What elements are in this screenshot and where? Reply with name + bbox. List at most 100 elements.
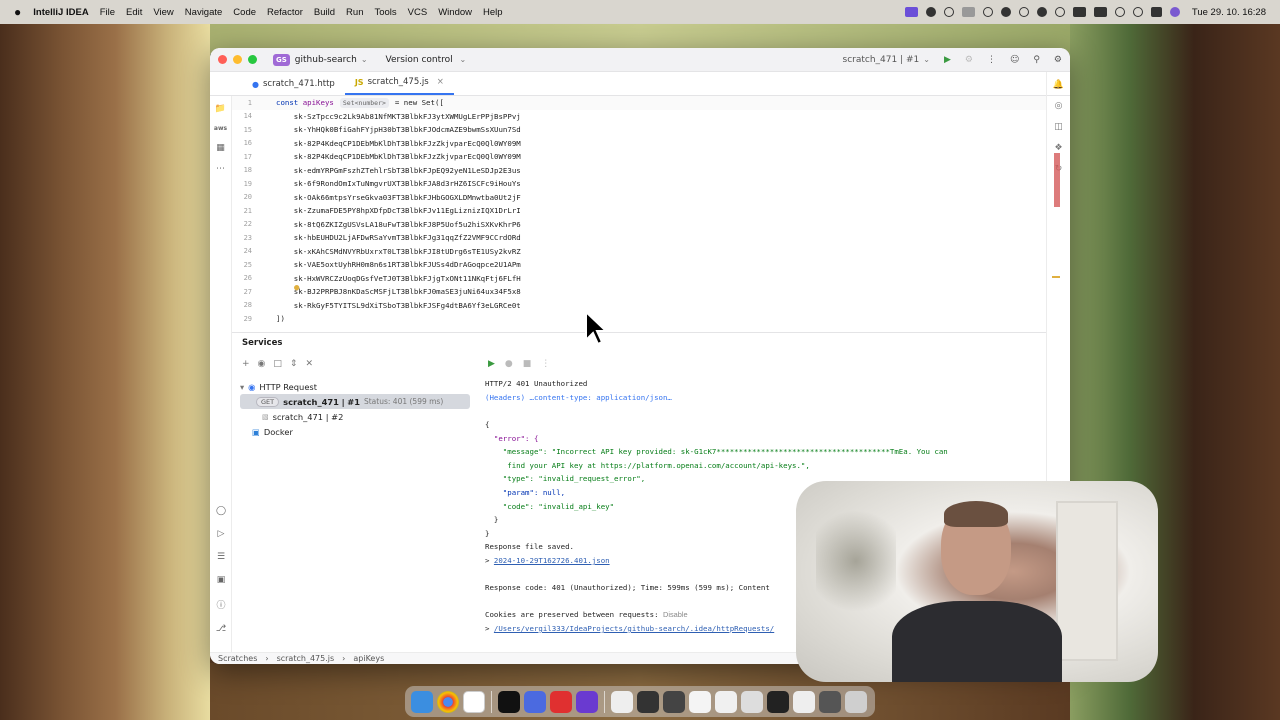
more-actions-icon[interactable]: ⋮	[987, 55, 996, 65]
close-window-button[interactable]	[218, 55, 227, 64]
git-icon[interactable]: ⎇	[216, 624, 226, 634]
chrome-icon[interactable]	[437, 690, 459, 713]
menu-window[interactable]: Window	[438, 7, 472, 18]
menu-run[interactable]: Run	[346, 7, 363, 18]
run-icon[interactable]: ▶	[944, 55, 951, 65]
tab-scratch-475-js[interactable]: JS scratch_475.js ×	[344, 77, 454, 95]
finder-icon[interactable]	[411, 690, 433, 713]
window-thumbnail-icon[interactable]	[715, 690, 737, 713]
run-tool-icon[interactable]: ▷	[218, 529, 225, 539]
http-requests-path-link[interactable]: /Users/vergil333/IdeaProjects/github-sea…	[494, 624, 774, 633]
minimize-window-button[interactable]	[233, 55, 242, 64]
saved-file-link[interactable]: 2024-10-29T162726.401.json	[494, 556, 610, 565]
intellij-icon[interactable]	[498, 690, 520, 713]
tree-item-request-2[interactable]: ▧ scratch_471 | #2	[240, 409, 470, 424]
app-menu[interactable]: IntelliJ IDEA	[33, 7, 88, 18]
view-icon[interactable]: ◉	[258, 359, 266, 369]
search-icon[interactable]	[1114, 7, 1125, 17]
apple-menu-icon[interactable]: ●	[14, 5, 21, 19]
record-dot-icon[interactable]	[925, 7, 936, 17]
menu-extra-icon[interactable]	[943, 7, 954, 17]
openai-icon[interactable]: ❖	[1054, 143, 1062, 153]
recorder-icon[interactable]	[550, 690, 572, 713]
collapse-all-icon[interactable]: ✕	[305, 359, 313, 369]
breadcrumb-scratches[interactable]: Scratches	[218, 654, 257, 663]
chevron-down-icon[interactable]: ▾	[240, 382, 244, 392]
line-code: sk-ZzumaFDE5PY8hpXDfpDcT3BlbkFJv11EgLizn…	[276, 206, 521, 216]
problems-icon[interactable]: ⓘ	[216, 598, 225, 611]
window-thumbnail-icon[interactable]	[689, 690, 711, 713]
cloud-icon[interactable]	[961, 7, 975, 17]
breadcrumb-file[interactable]: scratch_475.js	[277, 654, 335, 663]
menu-code[interactable]: Code	[233, 7, 256, 18]
menu-view[interactable]: View	[153, 7, 173, 18]
layers-icon[interactable]: ☰	[217, 552, 225, 562]
lightbulb-icon[interactable]: ●	[294, 283, 299, 293]
close-tab-icon[interactable]: ×	[437, 77, 444, 87]
code-editor[interactable]: 1 const apiKeys Set<number> = new Set([ 14…	[232, 96, 1060, 332]
debug-icon[interactable]: ⚙	[965, 55, 973, 65]
window-thumbnail-icon[interactable]	[819, 690, 841, 713]
profile-icon[interactable]: ☺	[1010, 55, 1019, 65]
vpn-icon[interactable]	[1036, 7, 1047, 17]
menu-file[interactable]: File	[100, 7, 115, 18]
more-icon[interactable]: ⋮	[541, 359, 550, 369]
search-everywhere-icon[interactable]: ⚲	[1033, 55, 1040, 65]
settings-extra-icon[interactable]	[1018, 7, 1029, 17]
window-thumbnail-icon[interactable]	[741, 690, 763, 713]
app-icon[interactable]	[576, 690, 598, 713]
control-center-icon[interactable]	[1150, 7, 1162, 17]
battery-saver-icon[interactable]	[982, 7, 993, 17]
window-thumbnail-icon[interactable]	[793, 690, 815, 713]
menu-refactor[interactable]: Refactor	[267, 7, 303, 18]
menu-tools[interactable]: Tools	[374, 7, 396, 18]
document-icon[interactable]	[611, 690, 633, 713]
menu-help[interactable]: Help	[483, 7, 503, 18]
menu-build[interactable]: Build	[314, 7, 335, 18]
ai-assistant-icon[interactable]: ◎	[1055, 101, 1063, 111]
window-thumbnail-icon[interactable]	[767, 690, 789, 713]
menu-vcs[interactable]: VCS	[408, 7, 428, 18]
database-icon[interactable]: ◫	[1054, 122, 1063, 132]
window-thumbnail-icon[interactable]	[637, 690, 659, 713]
menubar-clock[interactable]: Tue 29. 10. 16:28	[1192, 7, 1266, 18]
run-request-icon[interactable]: ▶	[488, 359, 495, 369]
notifications-bell-icon[interactable]: 🔔	[1053, 80, 1064, 90]
battery-icon[interactable]	[1093, 7, 1107, 17]
expand-all-icon[interactable]: ⇕	[290, 359, 298, 369]
structure-icon[interactable]: ▦	[216, 143, 225, 153]
arc-icon[interactable]	[524, 690, 546, 713]
services-icon[interactable]: ◯	[216, 506, 226, 516]
screen-record-icon[interactable]	[904, 7, 918, 17]
settings-gear-icon[interactable]: ⚙	[1054, 55, 1062, 65]
project-folder-icon[interactable]: 📁	[215, 104, 226, 114]
tree-group-http-request[interactable]: ▾ ◉ HTTP Request	[240, 379, 470, 394]
menu-edit[interactable]: Edit	[126, 7, 142, 18]
disable-cookies-link[interactable]: Disable	[663, 610, 688, 619]
weather-icon[interactable]	[1000, 7, 1011, 17]
stop-icon[interactable]: ■	[523, 359, 532, 369]
tree-item-request-1[interactable]: GET scratch_471 | #1 Status: 401 (599 ms…	[240, 394, 470, 409]
project-selector[interactable]: GS github-search ⌄	[273, 53, 368, 66]
input-source-icon[interactable]	[1072, 7, 1086, 17]
zoom-window-button[interactable]	[248, 55, 257, 64]
calendar-icon[interactable]	[463, 690, 485, 713]
play-icon[interactable]	[1054, 7, 1065, 17]
terminal-icon[interactable]: ▣	[217, 575, 226, 585]
aws-icon[interactable]: aws	[214, 125, 227, 132]
run-config-selector[interactable]: scratch_471 | #1 ⌄	[843, 55, 930, 65]
tab-scratch-471-http[interactable]: ● scratch_471.http	[242, 79, 345, 95]
window-thumbnail-icon[interactable]	[663, 690, 685, 713]
more-tools-icon[interactable]: ⋯	[216, 164, 225, 174]
headers-line[interactable]: (Headers) …content-type: application/jso…	[485, 391, 1030, 405]
wifi-icon[interactable]	[1132, 7, 1143, 17]
trash-icon[interactable]	[845, 690, 867, 713]
new-window-icon[interactable]: □	[273, 359, 282, 369]
tree-item-docker[interactable]: ▣ Docker	[240, 424, 470, 439]
vcs-widget[interactable]: Version control ⌄	[386, 55, 467, 65]
siri-icon[interactable]	[1169, 7, 1180, 17]
menu-navigate[interactable]: Navigate	[185, 7, 223, 18]
add-icon[interactable]: +	[242, 359, 250, 369]
debug-request-icon[interactable]: ●	[505, 359, 513, 369]
breadcrumb-symbol[interactable]: apiKeys	[353, 654, 384, 663]
